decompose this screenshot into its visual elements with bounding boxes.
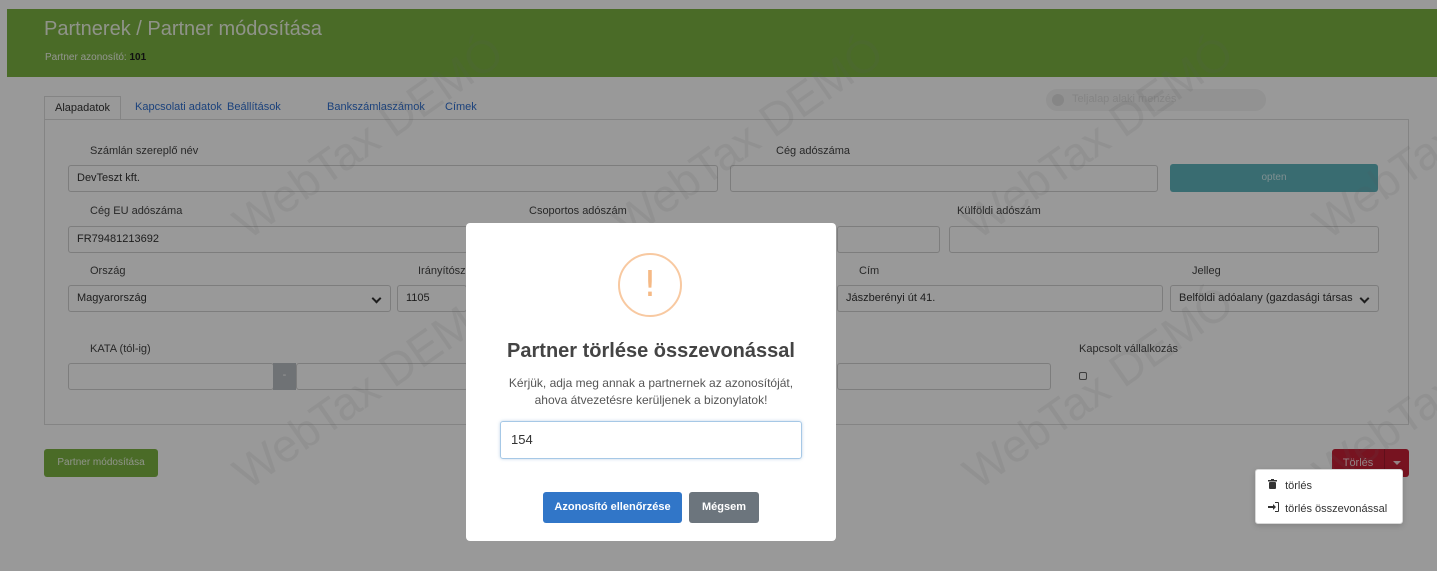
warning-icon: ! xyxy=(618,253,682,317)
dropdown-item-torles-osszevonassal-label: törlés összevonással xyxy=(1285,503,1388,515)
torles-dropdown-menu: törlés törlés összevonással xyxy=(1255,469,1403,524)
trash-icon xyxy=(1268,479,1282,492)
sign-in-icon xyxy=(1268,502,1282,515)
dialog-message-line-2: ahova átvezetésre kerüljenek a bizonylat… xyxy=(534,393,768,407)
megsem-button[interactable]: Mégsem xyxy=(689,492,759,523)
azonosito-ellenorzese-button[interactable]: Azonosító ellenőrzése xyxy=(543,492,682,523)
partner-id-input[interactable]: 154 xyxy=(500,421,802,459)
dropdown-item-torles[interactable]: törlés xyxy=(1268,479,1312,492)
merge-delete-dialog: ! Partner törlése összevonással Kérjük, … xyxy=(466,223,836,541)
dropdown-item-torles-label: törlés xyxy=(1285,480,1312,492)
dialog-message-line-1: Kérjük, adja meg annak a partnernek az a… xyxy=(508,376,794,390)
dialog-title: Partner törlése összevonással xyxy=(507,340,795,362)
dialog-message: Kérjük, adja meg annak a partnernek az a… xyxy=(486,375,816,409)
dropdown-item-torles-osszevonassal[interactable]: törlés összevonással xyxy=(1268,502,1387,515)
